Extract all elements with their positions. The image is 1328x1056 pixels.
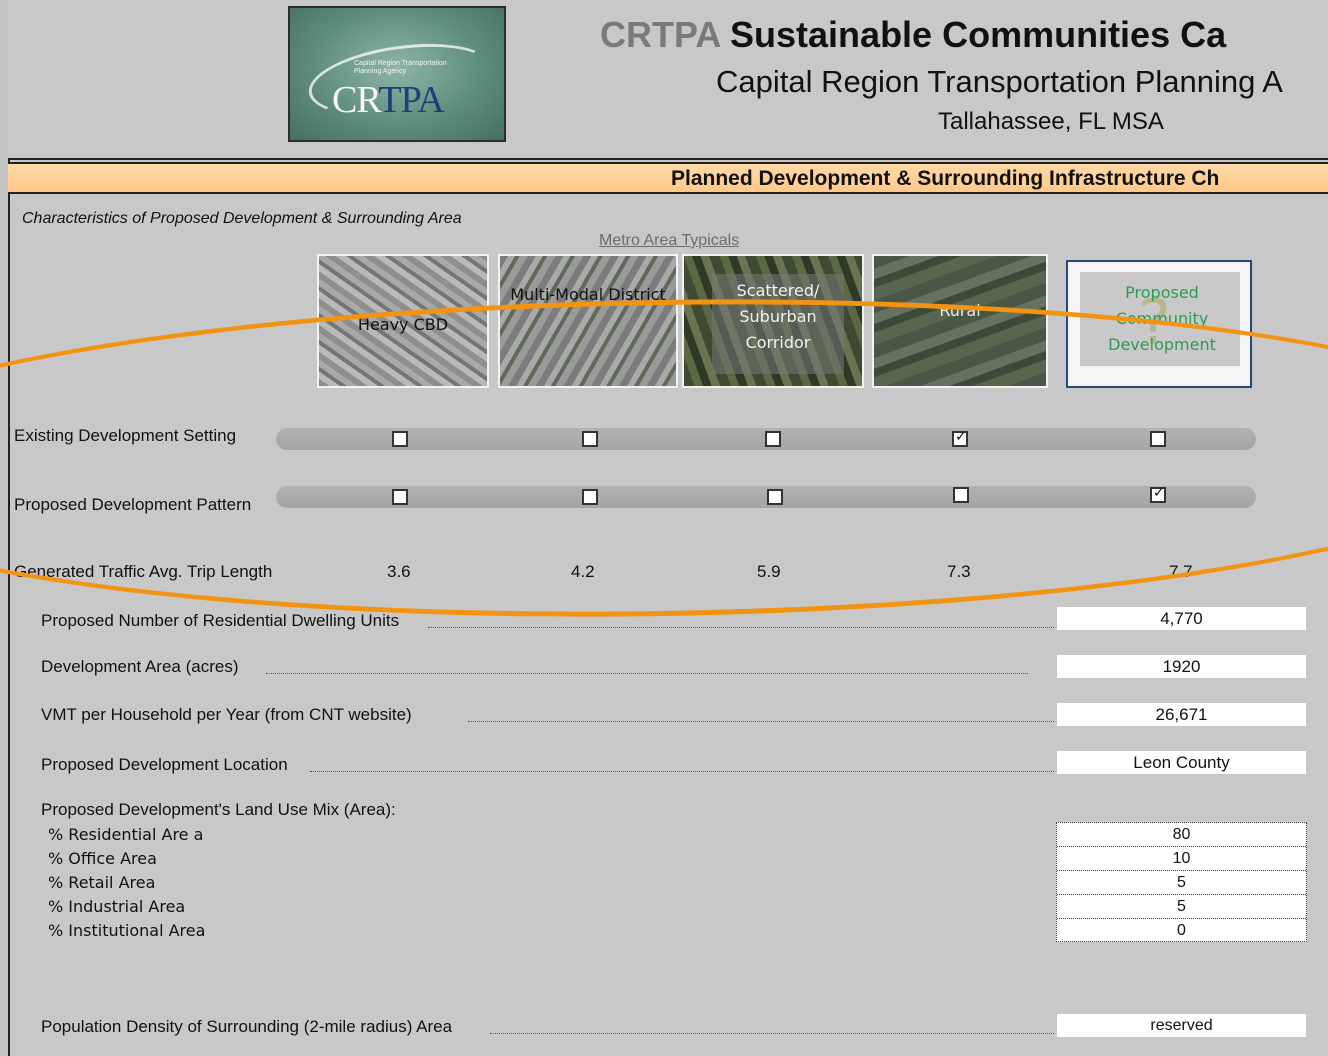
existing-setting-checkbox-suburban[interactable] bbox=[765, 431, 781, 447]
dotted-leader bbox=[428, 627, 1054, 628]
land-use-label-industrial: % Industrial Area bbox=[48, 897, 186, 916]
land-use-label-office: % Office Area bbox=[48, 849, 157, 868]
land-use-value-institutional[interactable]: 0 bbox=[1057, 919, 1306, 943]
population-density-label: Population Density of Surrounding (2-mil… bbox=[41, 1017, 453, 1036]
trip-length-label: Generated Traffic Avg. Trip Length bbox=[14, 562, 273, 581]
trip-length-rural: 7.3 bbox=[947, 562, 971, 581]
proposed-pattern-checkbox-suburban[interactable] bbox=[767, 489, 783, 505]
proposed-pattern-checkbox-multi-modal[interactable] bbox=[582, 489, 598, 505]
proposed-pattern-track bbox=[276, 486, 1256, 508]
tile-label: Multi-Modal District bbox=[510, 285, 666, 304]
section-band-title: Planned Development & Surrounding Infras… bbox=[671, 167, 1220, 190]
dotted-leader bbox=[468, 721, 1054, 722]
proposed-pattern-label: Proposed Development Pattern bbox=[14, 495, 252, 514]
proposed-pattern-checkbox-heavy-cbd[interactable] bbox=[392, 489, 408, 505]
title-rest: Sustainable Communities Ca bbox=[730, 14, 1227, 55]
section-label: Characteristics of Proposed Development … bbox=[22, 210, 462, 227]
page-location: Tallahassee, FL MSA bbox=[938, 108, 1164, 135]
land-use-label-residential: % Residential Are a bbox=[48, 825, 204, 844]
existing-setting-checkbox-rural[interactable] bbox=[952, 429, 968, 447]
land-use-mix-table: 80 10 5 5 0 bbox=[1056, 822, 1307, 942]
land-use-value-office[interactable]: 10 bbox=[1057, 847, 1306, 871]
land-use-mix-title: Proposed Development's Land Use Mix (Are… bbox=[41, 800, 396, 819]
development-location-label: Proposed Development Location bbox=[41, 755, 288, 774]
development-area-field[interactable]: 1920 bbox=[1057, 655, 1306, 678]
vmt-label: VMT per Household per Year (from CNT web… bbox=[41, 705, 412, 724]
tile-heavy-cbd[interactable]: Heavy CBD bbox=[317, 254, 489, 388]
page-subtitle: Capital Region Transportation Planning A bbox=[716, 64, 1283, 99]
existing-setting-checkbox-proposed[interactable] bbox=[1150, 431, 1166, 447]
population-density-field[interactable]: reserved bbox=[1057, 1014, 1306, 1037]
tile-label: Heavy CBD bbox=[357, 315, 449, 334]
trip-length-proposed: 7.7 bbox=[1169, 562, 1193, 581]
land-use-value-retail[interactable]: 5 bbox=[1057, 871, 1306, 895]
development-location-field[interactable]: Leon County bbox=[1057, 751, 1306, 774]
metro-area-typicals-link[interactable]: Metro Area Typicals bbox=[599, 232, 739, 250]
land-use-value-industrial[interactable]: 5 bbox=[1057, 895, 1306, 919]
tile-rural[interactable]: Rural bbox=[872, 254, 1048, 388]
title-acronym: CRTPA bbox=[600, 14, 720, 55]
crtpa-logo: Capital Region Transportation Planning A… bbox=[288, 6, 506, 142]
dwelling-units-label: Proposed Number of Residential Dwelling … bbox=[41, 611, 400, 630]
dotted-leader bbox=[490, 1033, 1054, 1034]
tile-suburban-corridor[interactable]: Scattered/ Suburban Corridor bbox=[682, 254, 864, 388]
land-use-label-retail: % Retail Area bbox=[48, 873, 156, 892]
trip-length-multi-modal: 4.2 bbox=[571, 562, 595, 581]
tile-label: Proposed Community Development bbox=[1108, 283, 1216, 354]
proposed-pattern-checkbox-rural[interactable] bbox=[953, 487, 969, 503]
logo-mark: CRTPA bbox=[332, 79, 445, 121]
tile-label: Rural bbox=[939, 301, 981, 320]
page-title: CRTPA Sustainable Communities Ca bbox=[600, 14, 1226, 56]
development-area-label: Development Area (acres) bbox=[41, 657, 239, 676]
tile-label: Scattered/ Suburban Corridor bbox=[736, 281, 820, 352]
tile-proposed-community-development[interactable]: ? Proposed Community Development bbox=[1066, 260, 1252, 388]
existing-setting-checkbox-multi-modal[interactable] bbox=[582, 431, 598, 447]
dotted-leader bbox=[310, 771, 1054, 772]
trip-length-suburban: 5.9 bbox=[757, 562, 781, 581]
trip-length-heavy-cbd: 3.6 bbox=[387, 562, 411, 581]
dwelling-units-field[interactable]: 4,770 bbox=[1057, 607, 1306, 630]
existing-setting-label: Existing Development Setting bbox=[14, 426, 237, 445]
vmt-field[interactable]: 26,671 bbox=[1057, 703, 1306, 726]
land-use-value-residential[interactable]: 80 bbox=[1057, 823, 1306, 847]
tile-multi-modal-district[interactable]: Multi-Modal District bbox=[498, 254, 678, 388]
logo-agency-text: Capital Region Transportation Planning A… bbox=[354, 60, 447, 75]
dotted-leader bbox=[266, 673, 1028, 674]
existing-setting-checkbox-heavy-cbd[interactable] bbox=[392, 431, 408, 447]
proposed-pattern-checkbox-proposed[interactable] bbox=[1150, 485, 1166, 503]
land-use-label-institutional: % Institutional Area bbox=[48, 921, 206, 940]
section-band: Planned Development & Surrounding Infras… bbox=[8, 162, 1328, 194]
